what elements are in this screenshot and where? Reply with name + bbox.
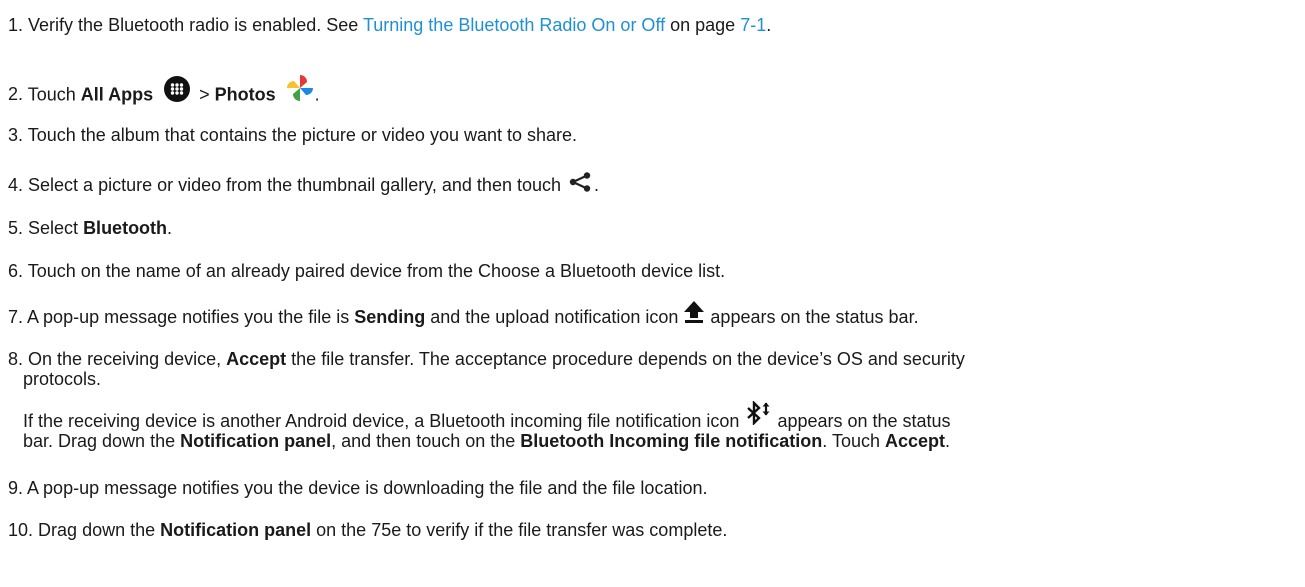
step-text: > xyxy=(194,84,215,105)
step-number: 2. xyxy=(8,84,24,105)
bold-term: Notification panel xyxy=(180,431,332,451)
note-text: , and then touch on the xyxy=(331,431,521,451)
step-number: 6. xyxy=(8,261,24,281)
step-8: 8. On the receiving device, Accept the f… xyxy=(8,348,965,370)
step-text: Select xyxy=(28,218,84,238)
step-2: 2. Touch All Apps > Photos . xyxy=(8,75,320,108)
step-text: Verify the Bluetooth radio is enabled. S… xyxy=(28,15,363,35)
bold-term: Accept xyxy=(226,349,287,369)
step-number: 4. xyxy=(8,175,24,195)
bold-term: Accept xyxy=(884,431,946,451)
bold-term: Photos xyxy=(214,84,276,105)
step-number: 3. xyxy=(8,125,24,145)
step-6: 6. Touch on the name of an already paire… xyxy=(8,260,725,282)
note-text: . xyxy=(945,431,951,451)
note-text: bar. Drag down the xyxy=(23,431,181,451)
step-text: on page xyxy=(665,15,741,35)
step-7: 7. A pop-up message notifies you the fil… xyxy=(8,300,919,329)
step-5: 5. Select Bluetooth. xyxy=(8,217,172,239)
bold-term: Notification panel xyxy=(160,520,312,540)
note-text: appears on the status xyxy=(772,411,951,431)
step-text: . xyxy=(314,84,320,105)
share-icon xyxy=(568,172,592,197)
step-text: . xyxy=(594,175,600,195)
step-10: 10. Drag down the Notification panel on … xyxy=(8,519,727,541)
photos-icon xyxy=(285,73,315,108)
upload-icon xyxy=(683,300,705,329)
bold-term: Sending xyxy=(354,307,426,327)
bluetooth-transfer-icon xyxy=(744,399,772,430)
step-text: Select a picture or video from the thumb… xyxy=(28,175,567,195)
step-text: . xyxy=(167,218,173,238)
step-3: 3. Touch the album that contains the pic… xyxy=(8,124,577,146)
note-line-1: If the receiving device is another Andro… xyxy=(23,399,951,432)
bold-term: Bluetooth Incoming file notification xyxy=(520,431,823,451)
note-text: If the receiving device is another Andro… xyxy=(23,411,745,431)
step-text: appears on the status bar. xyxy=(705,307,919,327)
step-number: 5. xyxy=(8,218,24,238)
note-text: . Touch xyxy=(822,431,885,451)
step-1: 1. Verify the Bluetooth radio is enabled… xyxy=(8,14,771,36)
step-number: 7. xyxy=(8,307,24,327)
step-text: . xyxy=(766,15,772,35)
page-link[interactable]: 7-1 xyxy=(740,15,766,35)
step-4: 4. Select a picture or video from the th… xyxy=(8,172,600,197)
step-8-continuation: protocols. xyxy=(23,368,101,390)
step-number: 8. xyxy=(8,349,24,369)
step-text: A pop-up message notifies you the file i… xyxy=(27,307,355,327)
step-text: Touch the album that contains the pictur… xyxy=(27,125,578,145)
step-text: and the upload notification icon xyxy=(425,307,684,327)
step-text: A pop-up message notifies you the device… xyxy=(27,478,708,498)
step-text: On the receiving device, xyxy=(28,349,227,369)
step-9: 9. A pop-up message notifies you the dev… xyxy=(8,477,707,499)
cross-reference-link[interactable]: Turning the Bluetooth Radio On or Off xyxy=(363,15,665,35)
step-text: the file transfer. The acceptance proced… xyxy=(286,349,965,369)
bold-term: Bluetooth xyxy=(83,218,168,238)
all-apps-icon xyxy=(164,76,191,107)
step-text: Touch on the name of an already paired d… xyxy=(27,261,726,281)
note-line-2: bar. Drag down the Notification panel, a… xyxy=(23,430,950,452)
step-number: 9. xyxy=(8,478,24,498)
step-number: 1. xyxy=(8,15,24,35)
step-text: Touch xyxy=(27,84,81,105)
step-text: Drag down the xyxy=(38,520,161,540)
bold-term: All Apps xyxy=(80,84,154,105)
step-number: 10. xyxy=(8,520,34,540)
step-text: on the 75e to verify if the file transfe… xyxy=(311,520,728,540)
step-text: protocols. xyxy=(23,369,102,389)
